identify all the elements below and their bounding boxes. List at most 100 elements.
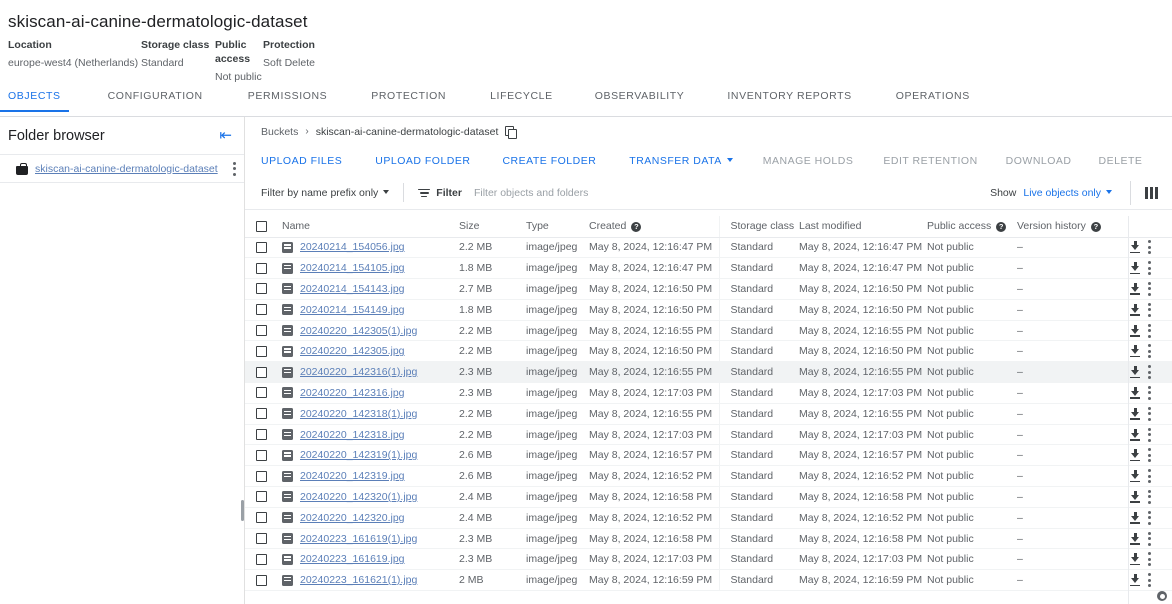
- more-vert-icon[interactable]: [1148, 302, 1172, 317]
- row-checkbox[interactable]: [256, 387, 267, 399]
- download-icon[interactable]: [1130, 262, 1141, 275]
- table-row[interactable]: 20240220_142305.jpg 2.2 MB image/jpeg May 8…: [245, 340, 1172, 363]
- download-icon[interactable]: [1130, 282, 1141, 295]
- object-name-link[interactable]: 20240220_142305.jpg: [300, 345, 405, 357]
- table-row[interactable]: 20240214_154143.jpg 2.7 MB image/jpeg May 8…: [245, 278, 1172, 300]
- object-name-link[interactable]: 20240214_154143.jpg: [300, 283, 405, 295]
- row-checkbox[interactable]: [256, 262, 267, 274]
- download-icon[interactable]: [1130, 345, 1141, 358]
- columns-icon[interactable]: [1145, 187, 1158, 199]
- row-checkbox[interactable]: [256, 429, 267, 441]
- row-checkbox[interactable]: [256, 366, 267, 378]
- object-name-link[interactable]: 20240214_154056.jpg: [300, 241, 405, 253]
- object-name-link[interactable]: 20240214_154149.jpg: [300, 304, 405, 316]
- object-name-link[interactable]: 20240220_142316.jpg: [300, 387, 405, 399]
- more-vert-icon[interactable]: [1148, 365, 1172, 380]
- table-row[interactable]: 20240220_142320.jpg 2.4 MB image/jpeg May 8…: [245, 507, 1172, 529]
- row-checkbox[interactable]: [256, 408, 267, 420]
- help-icon[interactable]: ?: [631, 222, 642, 233]
- row-checkbox[interactable]: [256, 241, 267, 253]
- row-checkbox[interactable]: [256, 304, 267, 316]
- folder-browser-bucket-label[interactable]: skiscan-ai-canine-dermatologic-dataset: [35, 163, 218, 175]
- table-row[interactable]: 20240223_161619(1).jpg 2.3 MB image/jpeg Ma…: [245, 528, 1172, 550]
- collapse-left-icon[interactable]: ⇤: [215, 126, 236, 145]
- row-checkbox[interactable]: [256, 512, 267, 524]
- show-live-objects-dropdown[interactable]: Live objects only: [1023, 187, 1112, 199]
- transfer-data-button[interactable]: TRANSFER DATA: [629, 155, 733, 167]
- row-checkbox[interactable]: [256, 470, 267, 482]
- header-created[interactable]: Created?: [589, 216, 719, 238]
- object-name-link[interactable]: 20240220_142318(1).jpg: [300, 408, 417, 420]
- tab-protection[interactable]: PROTECTION: [371, 90, 446, 111]
- more-vert-icon[interactable]: [1148, 427, 1172, 442]
- download-icon[interactable]: [1130, 324, 1141, 337]
- object-name-link[interactable]: 20240223_161621(1).jpg: [300, 574, 417, 586]
- download-icon[interactable]: [1130, 407, 1141, 420]
- table-row[interactable]: 20240220_142319(1).jpg 2.6 MB image/jpeg Ma…: [245, 444, 1172, 467]
- upload-folder-button[interactable]: UPLOAD FOLDER: [375, 155, 470, 167]
- object-name-link[interactable]: 20240220_142320(1).jpg: [300, 491, 417, 503]
- filter-prefix-dropdown[interactable]: Filter by name prefix only: [261, 187, 390, 199]
- table-row[interactable]: 20240220_142316(1).jpg 2.3 MB image/jpeg Ma…: [245, 361, 1172, 384]
- header-last-modified[interactable]: Last modified: [799, 216, 927, 238]
- download-icon[interactable]: [1130, 366, 1141, 379]
- table-row[interactable]: 20240223_161621(1).jpg 2 MB image/jpeg May …: [245, 569, 1172, 592]
- download-icon[interactable]: [1130, 532, 1141, 545]
- table-row[interactable]: 20240214_154056.jpg 2.2 MB image/jpeg May 8…: [245, 237, 1172, 259]
- download-icon[interactable]: [1130, 241, 1141, 254]
- row-checkbox[interactable]: [256, 491, 267, 503]
- download-icon[interactable]: [1130, 490, 1141, 503]
- table-row[interactable]: 20240214_154149.jpg 1.8 MB image/jpeg May 8…: [245, 299, 1172, 321]
- row-checkbox[interactable]: [256, 574, 267, 586]
- object-name-link[interactable]: 20240214_154105.jpg: [300, 262, 405, 274]
- table-row[interactable]: 20240220_142318(1).jpg 2.2 MB image/jpeg Ma…: [245, 403, 1172, 425]
- more-vert-icon[interactable]: [1148, 489, 1172, 504]
- object-name-link[interactable]: 20240220_142320.jpg: [300, 512, 405, 524]
- row-checkbox[interactable]: [256, 533, 267, 545]
- row-checkbox[interactable]: [256, 283, 267, 295]
- more-vert-icon[interactable]: [1148, 573, 1172, 588]
- more-vert-icon[interactable]: [1148, 531, 1172, 546]
- download-icon[interactable]: [1130, 574, 1141, 587]
- row-checkbox[interactable]: [256, 449, 267, 461]
- table-row[interactable]: 20240220_142305(1).jpg 2.2 MB image/jpeg Ma…: [245, 320, 1172, 342]
- select-all-checkbox[interactable]: [256, 220, 267, 232]
- object-name-link[interactable]: 20240220_142318.jpg: [300, 429, 405, 441]
- folder-browser-bucket-item[interactable]: skiscan-ai-canine-dermatologic-dataset: [0, 155, 244, 182]
- download-button[interactable]: DOWNLOAD: [1006, 155, 1072, 167]
- download-icon[interactable]: [1130, 511, 1141, 524]
- upload-files-button[interactable]: UPLOAD FILES: [261, 155, 342, 167]
- object-name-link[interactable]: 20240220_142319(1).jpg: [300, 449, 417, 461]
- create-folder-button[interactable]: CREATE FOLDER: [502, 155, 596, 167]
- more-vert-icon[interactable]: [1148, 510, 1172, 525]
- edit-retention-button[interactable]: EDIT RETENTION: [883, 155, 977, 167]
- header-public-access[interactable]: Public access?: [927, 216, 1017, 238]
- more-vert-icon[interactable]: [1148, 240, 1172, 255]
- object-name-link[interactable]: 20240223_161619.jpg: [300, 553, 405, 565]
- table-row[interactable]: 20240214_154105.jpg 1.8 MB image/jpeg May 8…: [245, 257, 1172, 280]
- object-name-link[interactable]: 20240220_142319.jpg: [300, 470, 405, 482]
- table-row[interactable]: 20240223_161619.jpg 2.3 MB image/jpeg May 8…: [245, 548, 1172, 571]
- more-vert-icon[interactable]: [1148, 448, 1172, 463]
- tab-inventory-reports[interactable]: INVENTORY REPORTS: [727, 90, 851, 111]
- help-icon[interactable]: ?: [1090, 222, 1101, 233]
- table-row[interactable]: 20240220_142320(1).jpg 2.4 MB image/jpeg Ma…: [245, 486, 1172, 508]
- breadcrumb-buckets-link[interactable]: Buckets: [261, 126, 298, 138]
- table-row[interactable]: 20240220_142318.jpg 2.2 MB image/jpeg May 8…: [245, 424, 1172, 446]
- more-vert-icon[interactable]: [1148, 385, 1172, 400]
- tab-configuration[interactable]: CONFIGURATION: [108, 90, 203, 111]
- download-icon[interactable]: [1130, 303, 1141, 316]
- more-vert-icon[interactable]: [1148, 261, 1172, 276]
- tab-operations[interactable]: OPERATIONS: [896, 90, 970, 111]
- object-name-link[interactable]: 20240223_161619(1).jpg: [300, 533, 417, 545]
- copy-icon[interactable]: [505, 126, 518, 139]
- header-size[interactable]: Size: [459, 216, 526, 238]
- header-storage-class[interactable]: Storage class: [718, 216, 799, 238]
- more-vert-icon[interactable]: [1148, 323, 1172, 338]
- table-row[interactable]: 20240220_142316.jpg 2.3 MB image/jpeg May 8…: [245, 382, 1172, 404]
- tab-permissions[interactable]: PERMISSIONS: [248, 90, 328, 111]
- row-checkbox[interactable]: [256, 553, 267, 565]
- download-icon[interactable]: [1130, 428, 1141, 441]
- table-row[interactable]: 20240220_142319.jpg 2.6 MB image/jpeg May 8…: [245, 465, 1172, 488]
- more-vert-icon[interactable]: [233, 161, 236, 176]
